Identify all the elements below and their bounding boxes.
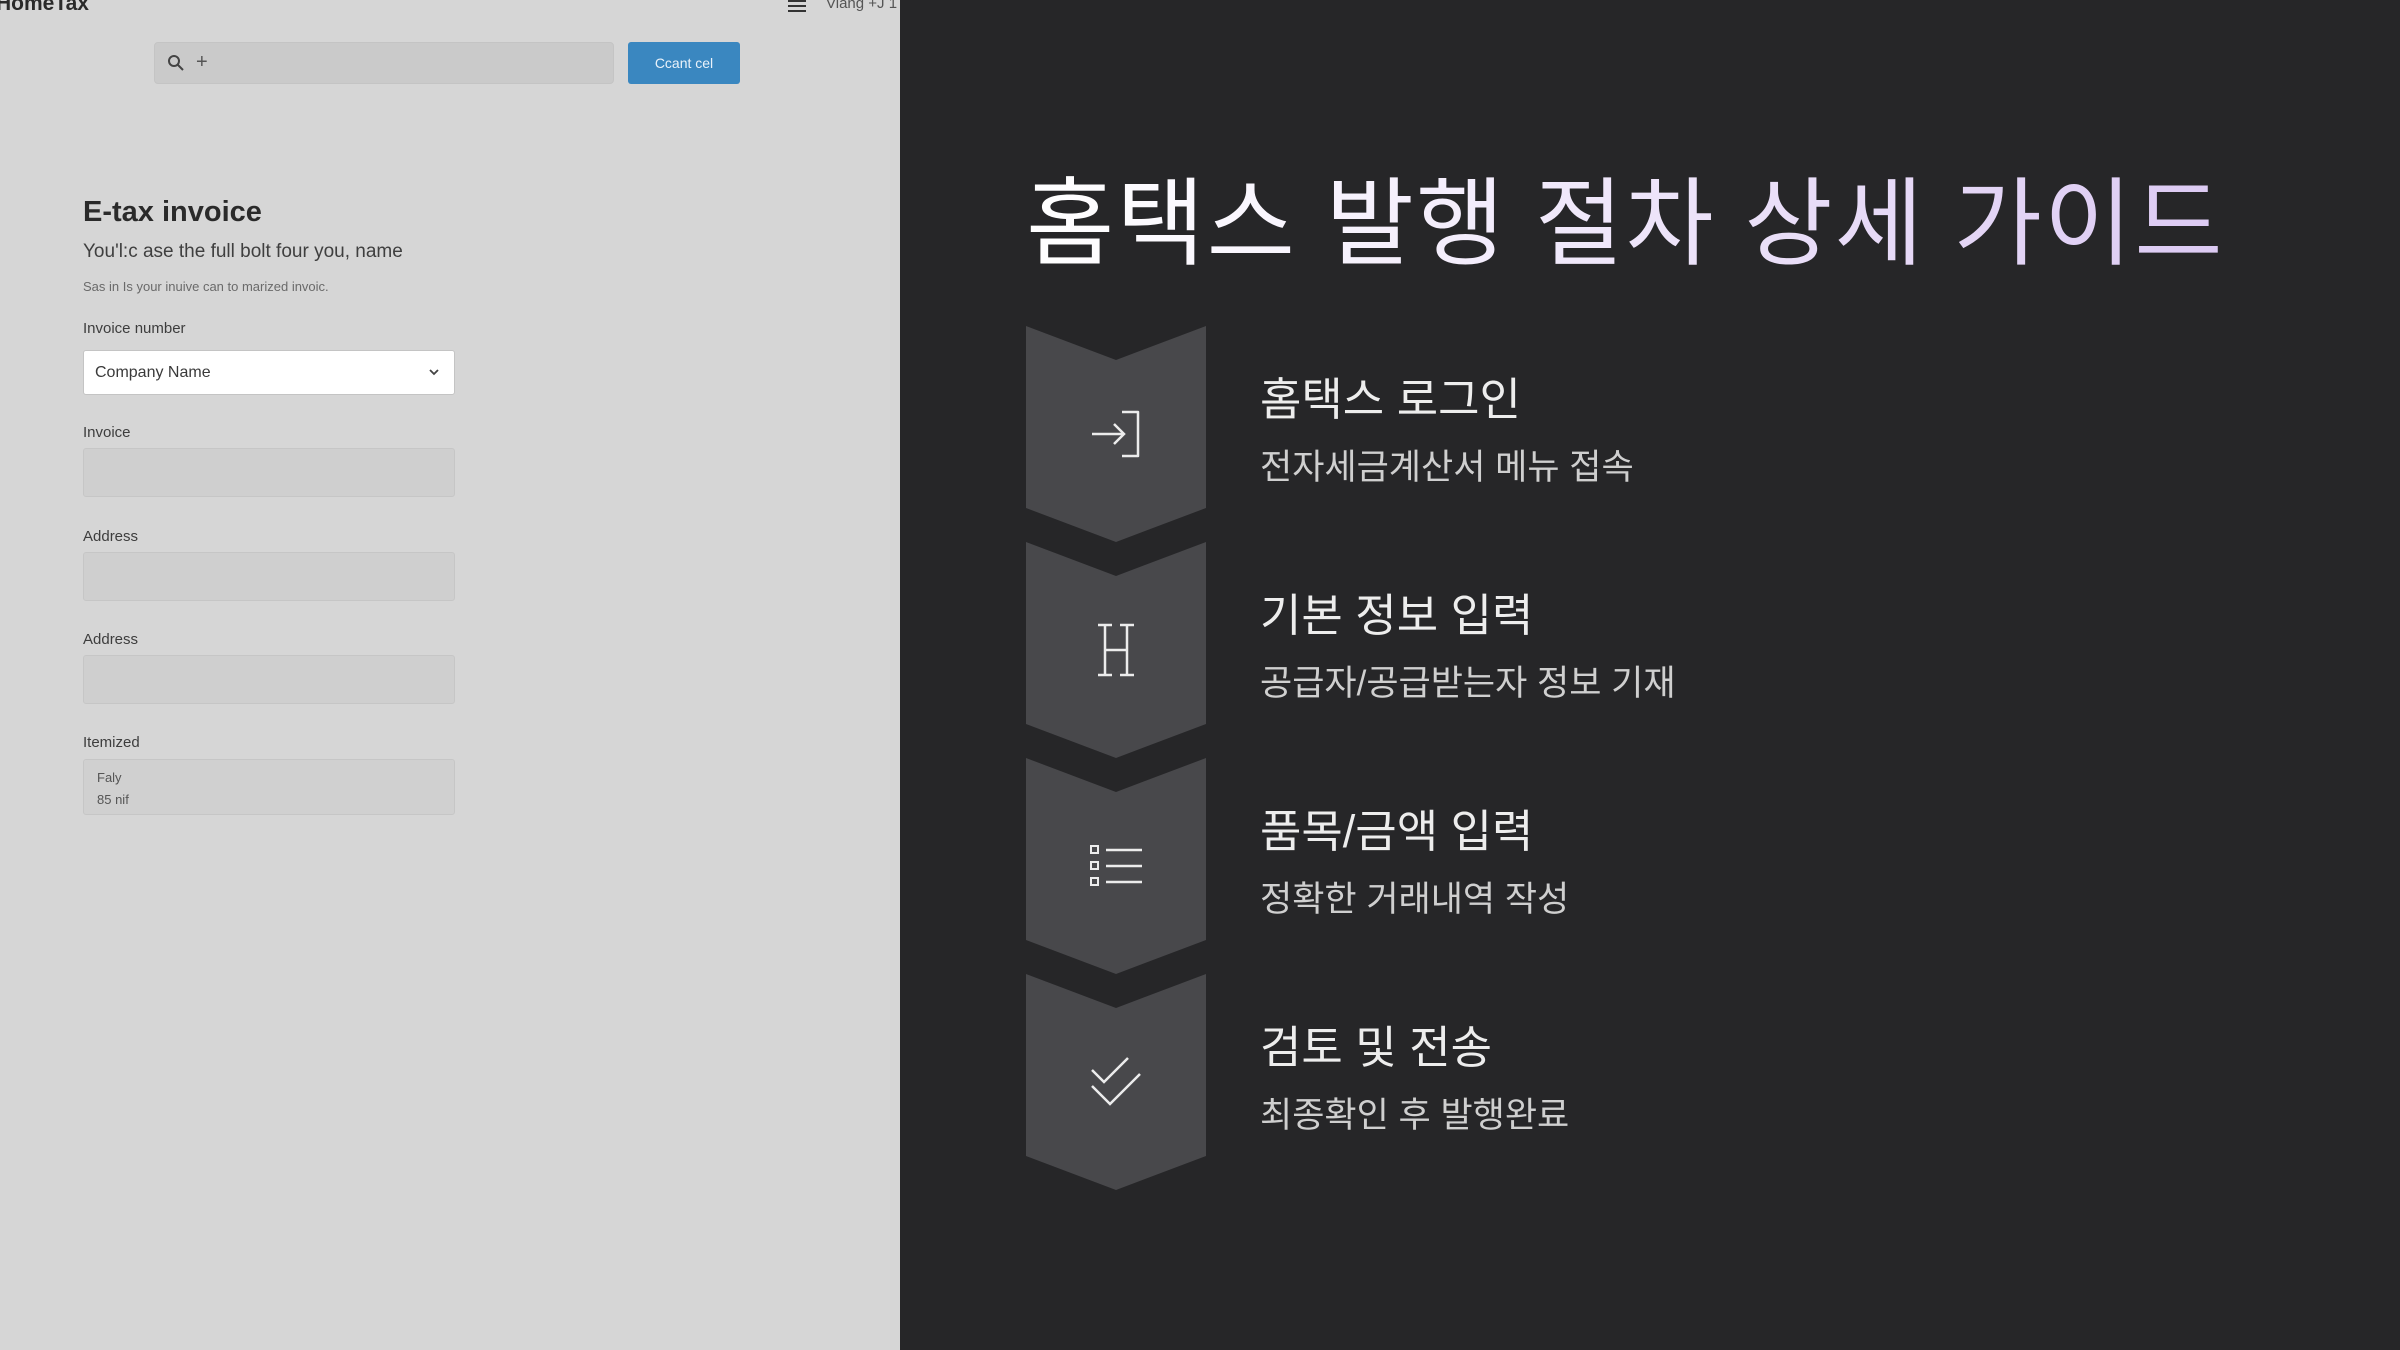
step-description: 전자세금계산서 메뉴 접속 [1260,448,1634,487]
invoice-label: Invoice [83,424,131,441]
step-title: 기본 정보 입력 [1260,590,1534,641]
step-title: 홈택스 로그인 [1260,374,1521,425]
invoice-number-label: Invoice number [83,320,186,337]
guide-step-review: 검토 및 전송 최종확인 후 발행완료 [1026,974,2326,1190]
menu-icon[interactable] [788,0,806,12]
form-title: E-tax invoice [83,196,262,228]
checkmark-icon [1091,1057,1141,1106]
address-label: Address [83,528,139,545]
login-arrow-icon [1092,410,1140,458]
invoice-input[interactable] [83,448,455,497]
step-description: 공급자/공급받는자 정보 기재 [1260,664,1676,703]
itemized-line: 85 nif [97,792,129,807]
address-input-2[interactable] [83,655,455,704]
form-subtitle: You'l:c ase the full bolt four you, name [83,241,403,262]
brand-logo-text: HomeTax [0,0,89,15]
step-title: 검토 및 전송 [1260,1022,1493,1073]
hometax-form-screenshot: HomeTax Viang +J 1 + Ccant cel E-tax inv… [0,0,900,1350]
user-menu-text[interactable]: Viang +J 1 [826,0,897,12]
guide-step-basic-info: 기본 정보 입력 공급자/공급받는자 정보 기재 [1026,542,2326,758]
company-select[interactable]: Company Name [83,350,455,395]
guide-step-login: 홈택스 로그인 전자세금계산서 메뉴 접속 [1026,326,2326,542]
step-title: 품목/금액 입력 [1260,806,1534,857]
address-label-2: Address [83,631,139,648]
search-icon [168,55,184,71]
search-bar[interactable]: + [154,42,614,84]
list-icon [1090,845,1142,886]
chevron-down-icon [429,369,439,376]
step-description: 최종확인 후 발행완료 [1260,1096,1570,1135]
guide-title: 홈택스 발행 절차 상세 가이드 [1026,146,2225,285]
plus-icon[interactable]: + [196,51,208,74]
cancel-button[interactable]: Ccant cel [628,42,740,84]
step-description: 정확한 거래내역 작성 [1260,880,1570,919]
address-input[interactable] [83,552,455,601]
itemized-textarea[interactable]: Faly 85 nif [83,759,455,815]
guide-step-items: 품목/금액 입력 정확한 거래내역 작성 [1026,758,2326,974]
form-note: Sas in Is your inuive can to marized inv… [83,279,329,294]
itemized-line: Faly [97,770,122,785]
letter-h-icon [1098,623,1134,677]
itemized-label: Itemized [83,734,140,751]
company-select-value: Company Name [95,364,211,381]
